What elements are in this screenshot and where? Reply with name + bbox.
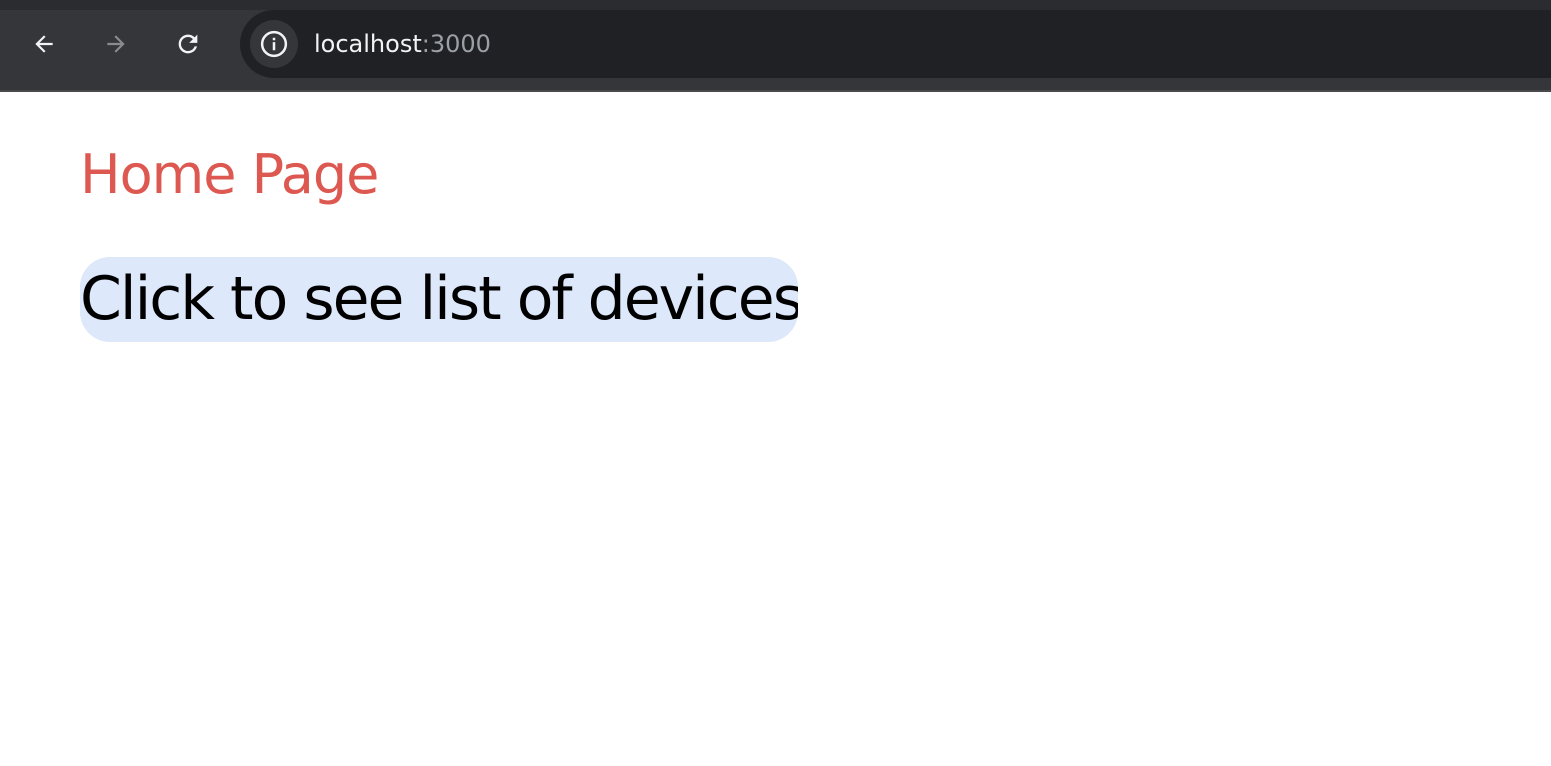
see-devices-button[interactable]: Click to see list of devices xyxy=(80,257,798,342)
arrow-right-icon xyxy=(107,35,125,53)
tab-strip xyxy=(0,0,1551,10)
forward-button[interactable] xyxy=(96,24,136,64)
url-host: localhost xyxy=(314,30,422,58)
browser-toolbar: localhost:3000 xyxy=(0,0,1551,92)
back-button[interactable] xyxy=(24,24,64,64)
page-content: Home Page Click to see list of devices xyxy=(0,92,1551,766)
arrow-left-icon xyxy=(35,35,53,53)
address-bar[interactable]: localhost:3000 xyxy=(240,10,1551,78)
site-info-button[interactable] xyxy=(250,20,298,68)
page-title: Home Page xyxy=(80,143,379,206)
url-port: :3000 xyxy=(421,30,491,58)
info-icon xyxy=(260,30,288,58)
reload-button[interactable] xyxy=(168,24,208,64)
reload-icon xyxy=(178,34,198,54)
url-text[interactable]: localhost:3000 xyxy=(314,29,491,59)
